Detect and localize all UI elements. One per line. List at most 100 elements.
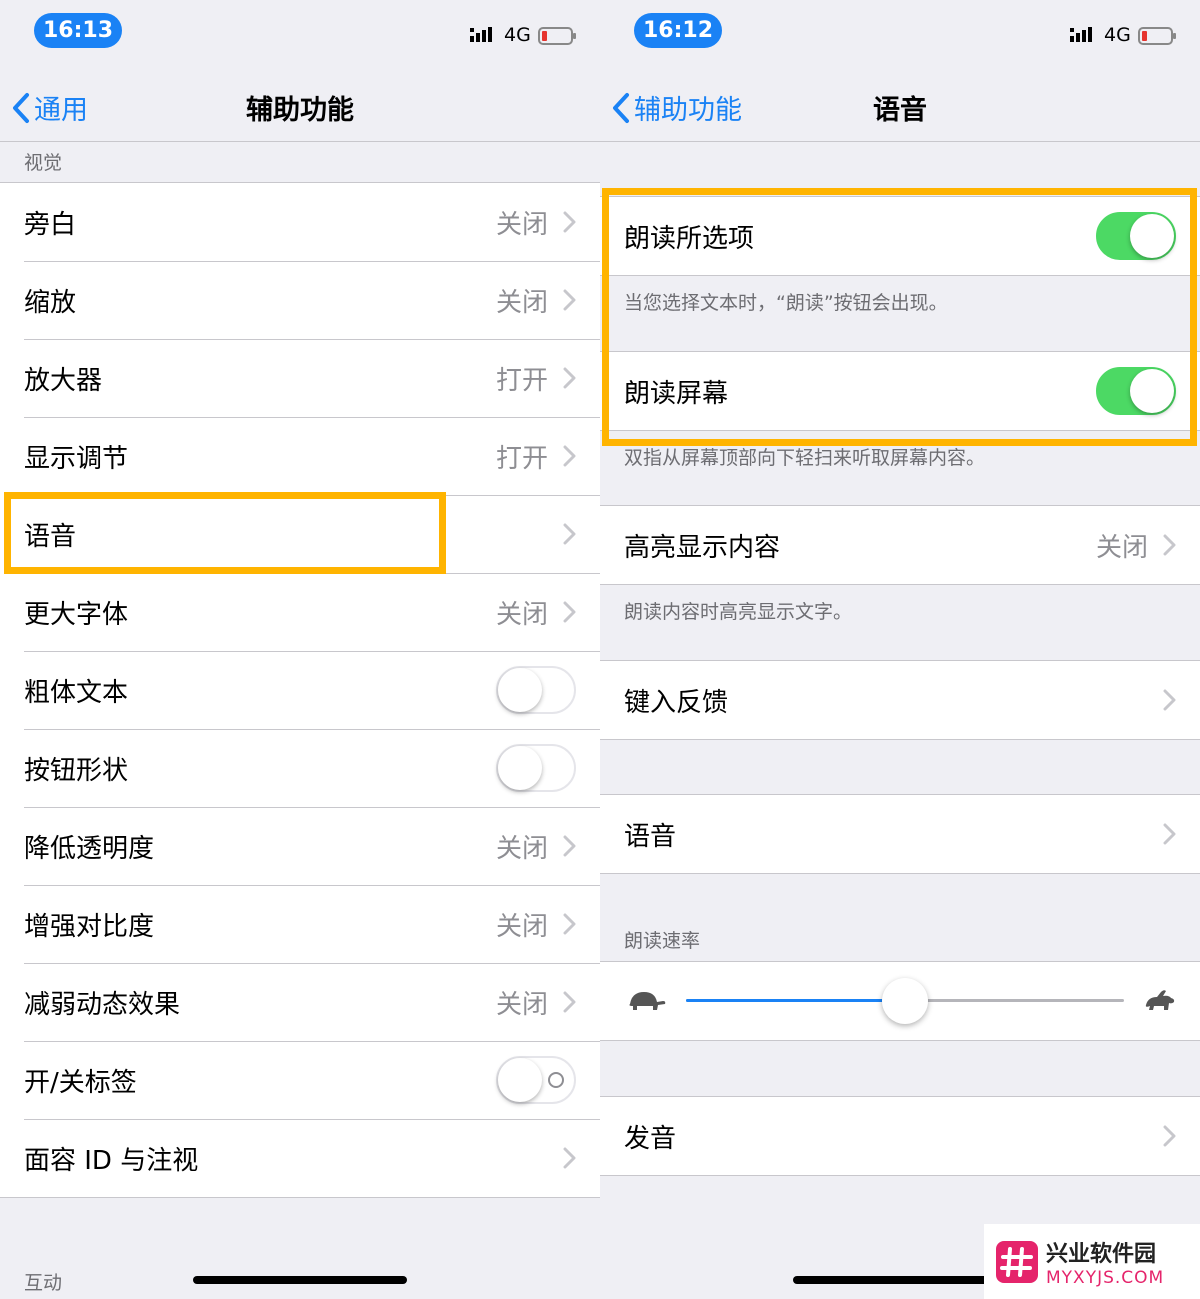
watermark-logo-icon [996,1240,1038,1283]
chevron-right-icon [1163,534,1176,556]
network-type: 4G [1104,24,1131,46]
page-title: 语音 [873,95,927,126]
row-label: 按钮形状 [24,755,129,786]
page-title: 辅助功能 [246,95,354,126]
row-speak-screen: 朗读屏幕 [600,352,1200,430]
status-time: 16:13 [34,13,122,48]
row-larger-text[interactable]: 更大字体 关闭 [0,573,600,651]
section-header-vision: 视觉 [24,152,63,174]
row-label: 缩放 [24,287,77,318]
status-bar: 16:13 4G [0,0,600,70]
off-label-ring-icon [548,1072,564,1088]
row-label: 开/关标签 [24,1067,137,1098]
row-reduce-motion[interactable]: 减弱动态效果 关闭 [0,963,600,1041]
speak-screen-group: 朗读屏幕 [600,351,1200,431]
turtle-icon [629,992,666,1010]
bold-text-toggle[interactable] [496,666,576,714]
row-highlight-content[interactable]: 高亮显示内容 关闭 [600,506,1200,584]
row-label: 减弱动态效果 [24,989,181,1020]
watermark-url: MYXYJS.COM [1046,1267,1165,1288]
row-speak-selection: 朗读所选项 [600,197,1200,275]
speaking-rate-group [600,961,1200,1041]
row-label: 增强对比度 [24,911,155,942]
row-button-shapes: 按钮形状 [0,729,600,807]
vision-settings-list: 旁白 关闭 缩放 关闭 放大器 打开 显示调节 打开 语音 更大字体 关闭 粗体… [0,182,600,1198]
home-indicator[interactable] [193,1276,407,1284]
row-value: 关闭 [1095,532,1148,563]
row-label: 放大器 [24,365,103,396]
voices-group: 语音 [600,794,1200,874]
row-value: 关闭 [495,599,548,630]
row-increase-contrast[interactable]: 增强对比度 关闭 [0,885,600,963]
highlight-content-group: 高亮显示内容 关闭 [600,505,1200,585]
row-voices[interactable]: 语音 [600,795,1200,873]
chevron-right-icon [1163,689,1176,711]
signal-icon [1070,27,1092,42]
speech-screen: 16:12 4G 辅助功能 语音 朗读所选项 当您选择文本时，“朗读”按钮会出现… [600,0,1200,1299]
row-label: 高亮显示内容 [624,532,781,563]
signal-icon [470,27,492,42]
row-label: 朗读屏幕 [624,378,729,409]
network-type: 4G [504,24,531,46]
row-value: 关闭 [495,911,548,942]
chevron-right-icon [563,211,576,233]
typing-feedback-group: 键入反馈 [600,660,1200,740]
row-voiceover[interactable]: 旁白 关闭 [0,183,600,261]
row-reduce-transparency[interactable]: 降低透明度 关闭 [0,807,600,885]
row-label: 发音 [624,1123,677,1154]
row-label: 键入反馈 [624,687,729,718]
highlight-content-footer: 朗读内容时高亮显示文字。 [624,601,853,623]
button-shapes-toggle[interactable] [496,744,576,792]
chevron-right-icon [563,835,576,857]
row-value: 关闭 [495,287,548,318]
row-value: 打开 [495,443,548,474]
pronunciations-group: 发音 [600,1096,1200,1176]
battery-icon [538,27,576,45]
chevron-right-icon [563,913,576,935]
row-value: 打开 [495,365,548,396]
status-time: 16:12 [634,13,722,48]
speak-selection-toggle[interactable] [1096,212,1176,260]
row-label: 旁白 [24,209,77,240]
chevron-right-icon [563,445,576,467]
row-label: 面容 ID 与注视 [24,1145,199,1176]
row-value: 关闭 [495,833,548,864]
row-label: 更大字体 [24,599,129,630]
row-label: 粗体文本 [24,677,129,708]
chevron-right-icon [1163,823,1176,845]
section-header-interaction: 互动 [24,1272,63,1294]
chevron-right-icon [563,991,576,1013]
home-indicator[interactable] [793,1276,1007,1284]
status-bar: 16:12 4G [600,0,1200,70]
row-speech[interactable]: 语音 [0,495,600,573]
watermark-name: 兴业软件园 [1046,1241,1157,1267]
chevron-right-icon [563,601,576,623]
chevron-right-icon [1163,1125,1176,1147]
row-label: 降低透明度 [24,833,155,864]
row-label: 语音 [24,521,77,552]
speak-screen-footer: 双指从屏幕顶部向下轻扫来听取屏幕内容。 [624,447,986,469]
row-display-accommodations[interactable]: 显示调节 打开 [0,417,600,495]
navigation-bar: 辅助功能 语音 [600,70,1200,142]
row-face-id-attention[interactable]: 面容 ID 与注视 [0,1119,600,1197]
section-header-speaking-rate: 朗读速率 [624,930,701,952]
row-typing-feedback[interactable]: 键入反馈 [600,661,1200,739]
watermark: 兴业软件园 MYXYJS.COM [984,1224,1200,1299]
speaking-rate-slider[interactable] [600,962,1200,1040]
slider-fill [686,999,905,1002]
chevron-right-icon [563,1147,576,1169]
row-pronunciations[interactable]: 发音 [600,1097,1200,1175]
on-off-labels-toggle[interactable] [496,1056,576,1104]
row-label: 语音 [624,821,677,852]
speak-screen-toggle[interactable] [1096,367,1176,415]
row-label: 朗读所选项 [624,223,755,254]
slider-thumb[interactable] [882,978,928,1024]
row-zoom[interactable]: 缩放 关闭 [0,261,600,339]
speak-selection-group: 朗读所选项 [600,196,1200,276]
row-magnifier[interactable]: 放大器 打开 [0,339,600,417]
row-label: 显示调节 [24,443,129,474]
row-value: 关闭 [495,989,548,1020]
row-bold-text: 粗体文本 [0,651,600,729]
battery-icon [1138,27,1176,45]
chevron-right-icon [563,367,576,389]
